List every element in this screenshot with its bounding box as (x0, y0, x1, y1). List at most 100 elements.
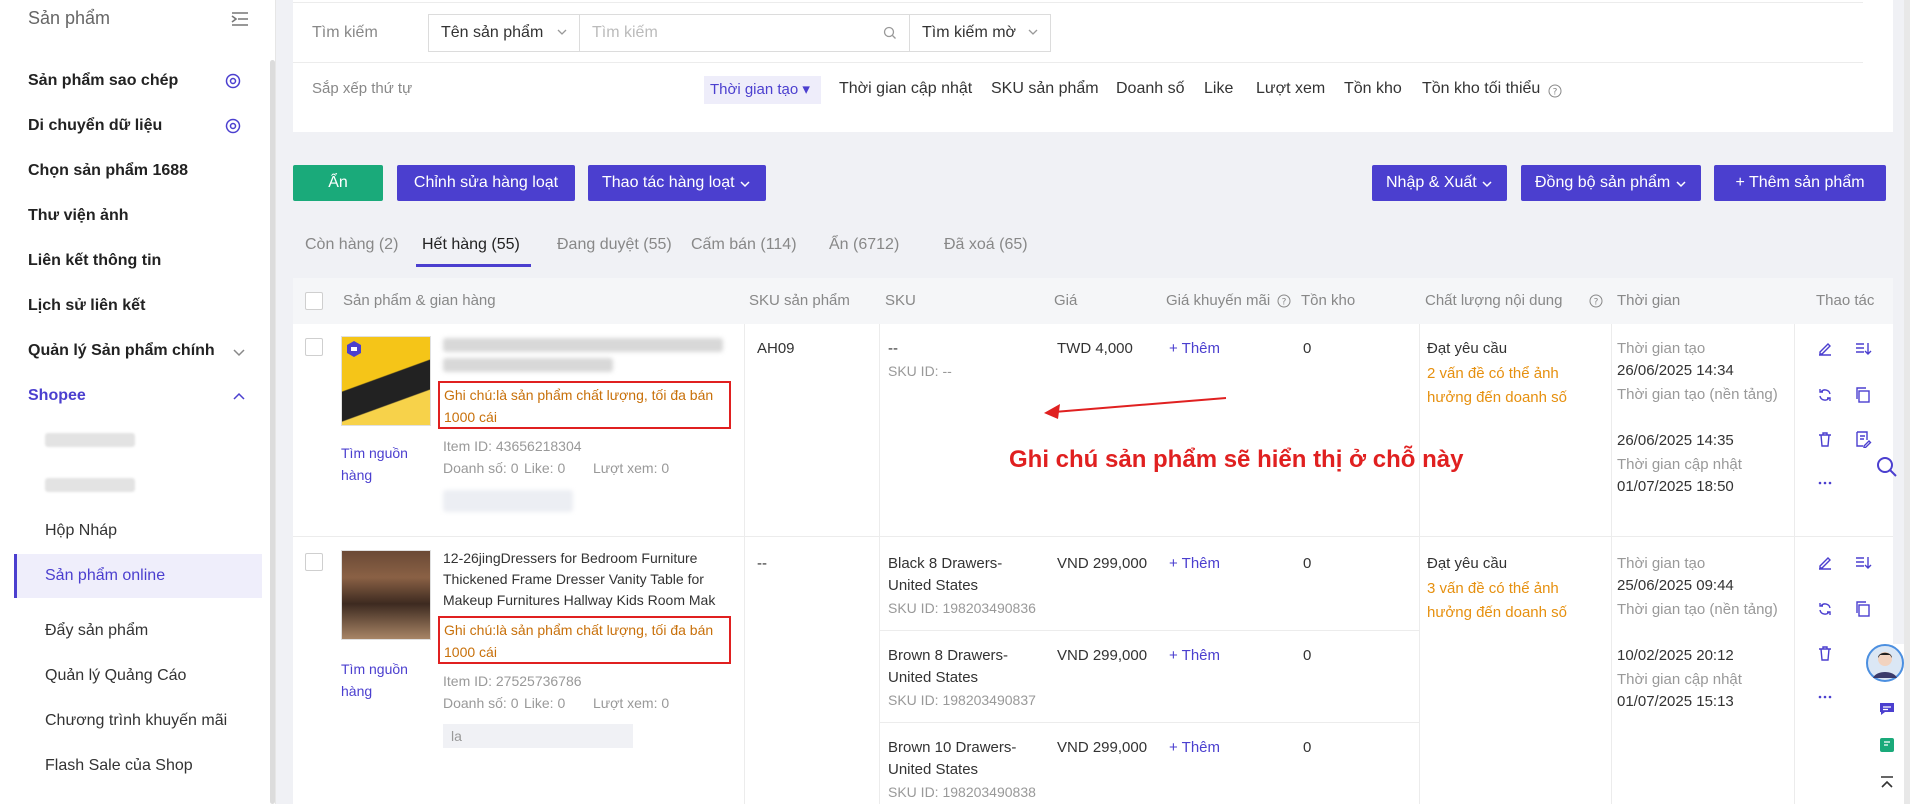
tab-reviewing[interactable]: Đang duyệt (55) (557, 236, 672, 254)
quality-issues-link[interactable]: 2 vấn đề có thể ảnh hưởng đến doanh số (1427, 362, 1597, 410)
gear-icon[interactable] (224, 117, 242, 135)
tab-banned[interactable]: Cấm bán (114) (691, 236, 797, 254)
more-icon[interactable] (1816, 688, 1834, 706)
tab-out-of-stock[interactable]: Hết hàng (55) (422, 236, 520, 254)
time-created: 26/06/2025 14:34 (1617, 362, 1734, 379)
sidebar-item-online-products[interactable]: Sản phẩm online (45, 567, 165, 585)
time-created-label: Thời gian tạo (1617, 340, 1706, 357)
help-icon[interactable]: ? (1589, 294, 1603, 308)
price: VND 299,000 (1057, 739, 1148, 756)
blurred-product-title[interactable] (443, 338, 723, 352)
blurred-menu-item[interactable] (45, 433, 135, 447)
sync-icon[interactable] (1816, 600, 1834, 618)
sort-list-icon[interactable] (1854, 340, 1872, 358)
search-icon[interactable] (1876, 456, 1898, 478)
sidebar-item-shopee[interactable]: Shopee (28, 387, 86, 405)
sort-sku[interactable]: SKU sản phẩm (991, 80, 1099, 98)
search-field-select[interactable]: Tên sản phẩm (428, 14, 580, 52)
import-export-button[interactable]: Nhập & Xuất (1372, 165, 1507, 201)
page-scrollbar[interactable] (1904, 0, 1910, 804)
sidebar-item-data-migration[interactable]: Di chuyển dữ liệu (28, 117, 162, 135)
tab-in-stock[interactable]: Còn hàng (2) (305, 236, 398, 254)
sync-products-button[interactable]: Đồng bộ sản phẩm (1521, 165, 1701, 201)
chevron-down-icon (1028, 29, 1038, 35)
price: TWD 4,000 (1057, 340, 1133, 357)
bulk-operations-button[interactable]: Thao tác hàng loạt (588, 165, 766, 201)
sidebar-item-1688[interactable]: Chọn sản phẩm 1688 (28, 162, 188, 180)
help-icon[interactable]: ? (1277, 294, 1291, 308)
sidebar-scrollbar[interactable] (270, 60, 275, 804)
sort-list-icon[interactable] (1854, 554, 1872, 572)
product-title[interactable]: 12-26jingDressers for Bedroom Furniture … (443, 548, 733, 612)
add-promo-link[interactable]: + Thêm (1169, 737, 1220, 759)
sidebar-item-promotions[interactable]: Chương trình khuyến mãi (45, 712, 227, 730)
sidebar-item-ads[interactable]: Quản lý Quảng Cáo (45, 667, 186, 685)
gear-icon[interactable] (224, 72, 242, 90)
sidebar-item-main-products[interactable]: Quản lý Sản phẩm chính (28, 342, 215, 360)
sidebar-item-flash-sale[interactable]: Flash Sale của Shop (45, 757, 193, 775)
sidebar-item-copy-products[interactable]: Sản phẩm sao chép (28, 72, 178, 90)
edit-icon[interactable] (1816, 554, 1834, 572)
sort-stock[interactable]: Tồn kho (1344, 80, 1402, 98)
collapse-menu-icon[interactable] (230, 10, 250, 28)
sku: Black 8 Drawers-United States (888, 555, 1003, 594)
book-icon[interactable] (1878, 736, 1896, 754)
row-checkbox[interactable] (305, 553, 323, 571)
sort-min-stock[interactable]: Tồn kho tối thiểu (1422, 80, 1540, 98)
find-source-link[interactable]: Tìm nguồn hàng (341, 442, 421, 486)
item-id: Item ID: 27525736786 (443, 673, 582, 689)
chat-icon[interactable] (1878, 700, 1896, 718)
hide-button[interactable]: Ẩn (293, 165, 383, 201)
more-icon[interactable] (1816, 474, 1834, 492)
chevron-down-icon (1482, 181, 1492, 188)
sort-views[interactable]: Lượt xem (1256, 80, 1325, 98)
search-mode-select[interactable]: Tìm kiếm mờ (909, 14, 1051, 52)
col-content-quality: Chất lượng nội dung (1425, 292, 1563, 309)
sidebar-item-link-history[interactable]: Lịch sử liên kết (28, 297, 145, 315)
chevron-up-icon[interactable] (1878, 774, 1896, 792)
copy-icon[interactable] (1854, 600, 1872, 618)
blurred-product-title[interactable] (443, 358, 613, 372)
edit-icon[interactable] (1816, 340, 1834, 358)
sort-updated-time[interactable]: Thời gian cập nhật (839, 80, 972, 98)
active-tab-underline (416, 264, 531, 267)
search-input[interactable]: Tìm kiếm (579, 14, 910, 52)
sidebar-item-image-library[interactable]: Thư viện ảnh (28, 207, 128, 225)
avatar[interactable] (1866, 644, 1904, 682)
add-promo-link[interactable]: + Thêm (1169, 338, 1220, 360)
chevron-down-icon[interactable] (232, 345, 246, 359)
stock: 0 (1303, 647, 1312, 664)
add-promo-link[interactable]: + Thêm (1169, 553, 1220, 575)
quality-issues-link[interactable]: 3 vấn đề có thể ảnh hưởng đến doanh số (1427, 577, 1597, 625)
chevron-down-icon (740, 181, 750, 188)
chevron-up-icon[interactable] (232, 390, 246, 404)
tab-hidden[interactable]: Ẩn (6712) (829, 236, 899, 254)
product-thumbnail[interactable] (341, 550, 431, 640)
main-content: Tìm kiếm Tên sản phẩm Tìm kiếm Tìm kiếm … (276, 0, 1910, 804)
select-all-checkbox[interactable] (305, 292, 323, 310)
sort-created-time[interactable]: Thời gian tạo ▾ (710, 80, 810, 98)
sync-icon[interactable] (1816, 386, 1834, 404)
time-platform-label: Thời gian tạo (nền tảng) (1617, 601, 1778, 618)
tab-deleted[interactable]: Đã xoá (65) (944, 236, 1028, 254)
help-icon[interactable]: ? (1548, 84, 1562, 98)
copy-icon[interactable] (1854, 386, 1872, 404)
sort-sales[interactable]: Doanh số (1116, 80, 1185, 98)
note-edit-icon[interactable] (1854, 430, 1872, 448)
sort-like[interactable]: Like (1204, 80, 1233, 98)
sidebar-item-draft[interactable]: Hộp Nháp (45, 522, 117, 540)
add-promo-link[interactable]: + Thêm (1169, 645, 1220, 667)
sidebar: Sản phẩm Sản phẩm sao chép Di chuyển dữ … (0, 0, 276, 804)
sales-count: Doanh số: 0 (443, 460, 519, 476)
col-sku-product: SKU sản phẩm (749, 292, 850, 309)
blurred-menu-item[interactable] (45, 478, 135, 492)
delete-icon[interactable] (1816, 644, 1834, 662)
bulk-edit-button[interactable]: Chỉnh sửa hàng loạt (397, 165, 575, 201)
delete-icon[interactable] (1816, 430, 1834, 448)
add-product-button[interactable]: + Thêm sản phẩm (1714, 165, 1886, 201)
sidebar-item-link-info[interactable]: Liên kết thông tin (28, 252, 161, 270)
row-checkbox[interactable] (305, 338, 323, 356)
svg-text:?: ? (1553, 88, 1558, 98)
sidebar-item-push-products[interactable]: Đẩy sản phẩm (45, 622, 148, 640)
find-source-link[interactable]: Tìm nguồn hàng (341, 658, 421, 702)
